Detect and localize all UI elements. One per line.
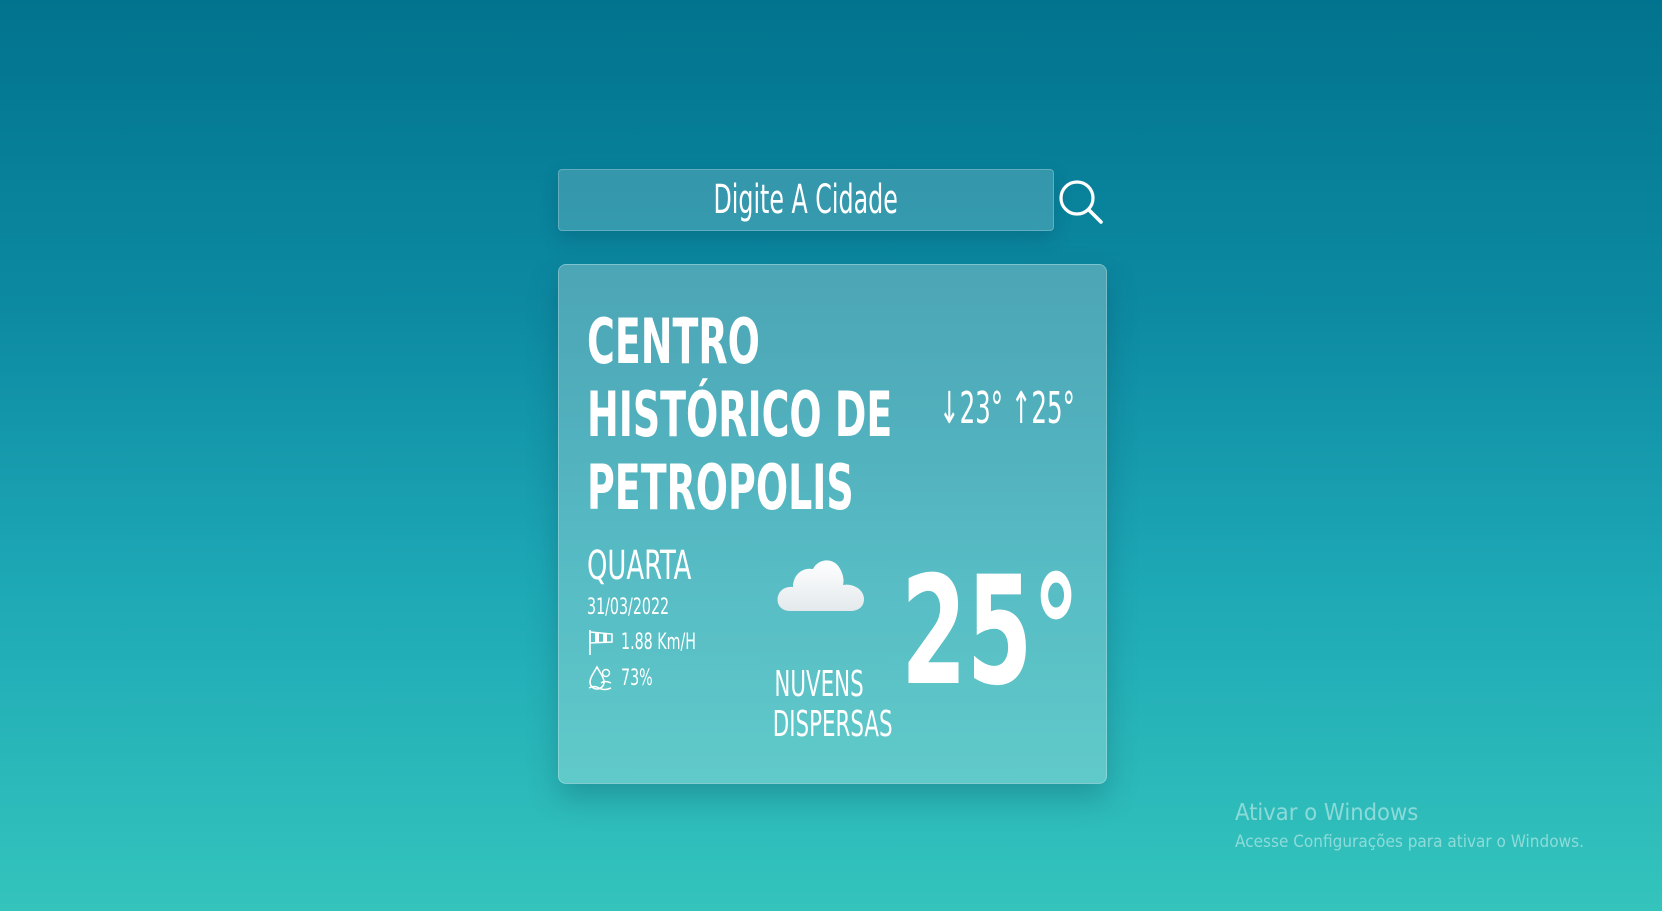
watermark-title: Ativar o Windows — [1235, 800, 1419, 826]
current-temperature-value: 25° — [901, 545, 1080, 719]
windows-activation-watermark: Ativar o Windows Acesse Configurações pa… — [1235, 800, 1623, 852]
weather-description: NUVENS DISPERSAS — [749, 664, 893, 745]
city-name: CENTRO HISTÓRICO DE PETROPOLIS — [587, 305, 947, 524]
humidity: 73% — [587, 663, 665, 693]
watermark-subtitle: Acesse Configurações para ativar o Windo… — [1235, 832, 1584, 852]
windsock-icon — [589, 630, 613, 655]
wind-speed: 1.88 Km/H — [587, 627, 725, 657]
weather-card: CENTRO HISTÓRICO DE PETROPOLIS ↓23° ↑25°… — [558, 264, 1107, 784]
humidity-icon — [588, 665, 612, 691]
current-temperature: 25° — [901, 557, 1156, 707]
date: 31/03/2022 — [587, 595, 701, 620]
humidity-value: 73% — [621, 665, 653, 691]
min-temperature: 23° — [959, 383, 1004, 434]
city-search-input[interactable] — [558, 169, 1054, 231]
day-of-week: QUARTA — [587, 543, 732, 589]
max-temperature: 25° — [1031, 383, 1075, 434]
arrow-down-icon: ↓ — [939, 383, 960, 434]
search-button[interactable] — [1056, 169, 1108, 231]
city-name-line: PETROPOLIS — [587, 451, 854, 524]
cloud-icon — [777, 560, 864, 611]
weather-description-line: DISPERSAS — [772, 704, 893, 745]
weather-description-line: NUVENS — [774, 664, 864, 705]
date-text: 31/03/2022 — [587, 595, 670, 620]
city-name-line: HISTÓRICO DE — [587, 378, 893, 451]
weather-app-page: { "search": { "placeholder": "Digite A C… — [0, 0, 1662, 911]
search-bar: Digite A Cidade — [558, 169, 1103, 231]
city-name-line: CENTRO — [587, 305, 760, 378]
wind-speed-value: 1.88 Km/H — [621, 629, 696, 655]
search-icon — [1059, 180, 1103, 224]
min-max-temperature: ↓23° ↑25° — [939, 383, 1089, 434]
arrow-up-icon: ↑ — [1010, 383, 1032, 434]
day-of-week-text: QUARTA — [587, 543, 692, 589]
